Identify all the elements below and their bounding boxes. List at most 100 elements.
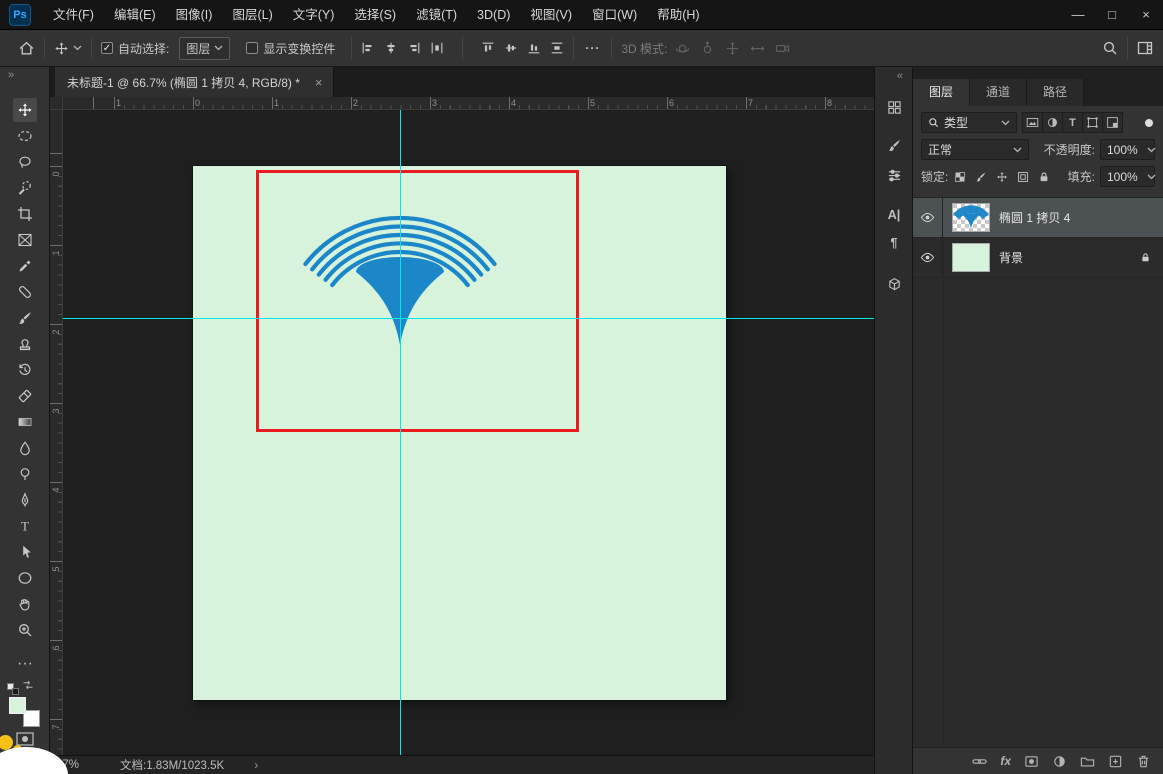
gradient-tool[interactable] xyxy=(13,410,37,434)
crop-tool[interactable] xyxy=(13,202,37,226)
lock-position-icon[interactable] xyxy=(993,169,1011,185)
layer-row[interactable]: 椭圆 1 拷贝 4 xyxy=(913,198,1163,238)
home-icon[interactable] xyxy=(18,40,35,57)
align-top-icon[interactable] xyxy=(481,41,495,55)
layer-filter-type-dropdown[interactable]: 类型 xyxy=(921,112,1017,133)
edit-toolbar-button[interactable]: ··· xyxy=(13,652,37,676)
filter-type-layers-icon[interactable]: T xyxy=(1062,112,1083,133)
default-colors-icon[interactable] xyxy=(7,683,19,695)
type-tool[interactable]: T xyxy=(13,514,37,538)
tab-close-icon[interactable]: × xyxy=(315,75,323,90)
menu-item[interactable]: 滤镜(T) xyxy=(406,0,467,30)
panel-expand-icon[interactable]: « xyxy=(897,70,903,82)
brush-tool[interactable] xyxy=(13,306,37,330)
pasteboard[interactable] xyxy=(63,110,874,755)
layer-thumbnail[interactable] xyxy=(952,203,990,232)
threed-panel-icon[interactable] xyxy=(882,272,906,296)
menu-item[interactable]: 帮助(H) xyxy=(647,0,709,30)
photoshop-logo-icon[interactable]: Ps xyxy=(9,3,31,26)
blend-mode-dropdown[interactable]: 正常 xyxy=(921,139,1029,160)
new-group-icon[interactable] xyxy=(1080,754,1095,769)
close-button[interactable]: × xyxy=(1129,0,1163,30)
auto-select-checkbox[interactable]: 自动选择: xyxy=(101,40,169,57)
blur-tool[interactable] xyxy=(13,436,37,460)
menu-item[interactable]: 选择(S) xyxy=(344,0,406,30)
quick-selection-tool[interactable] xyxy=(13,176,37,200)
move-tool[interactable] xyxy=(13,98,37,122)
spot-healing-tool[interactable] xyxy=(13,280,37,304)
distribute-vertical-icon[interactable] xyxy=(550,41,564,55)
clone-stamp-tool[interactable] xyxy=(13,332,37,356)
swap-colors-icon[interactable] xyxy=(22,679,34,691)
menu-item[interactable]: 文字(Y) xyxy=(283,0,345,30)
panel-tab[interactable]: 图层 xyxy=(913,79,971,106)
zoom-tool[interactable] xyxy=(13,618,37,642)
show-transform-checkbox[interactable]: 显示变换控件 xyxy=(246,40,335,57)
checkbox-icon[interactable] xyxy=(246,42,259,54)
character-panel-icon[interactable]: A| xyxy=(882,203,906,227)
eyedropper-tool[interactable] xyxy=(13,254,37,278)
checkbox-checked-icon[interactable] xyxy=(101,42,113,54)
properties-panel-icon[interactable] xyxy=(882,95,906,119)
distribute-horizontal-icon[interactable] xyxy=(430,41,444,55)
new-adjustment-layer-icon[interactable] xyxy=(1052,754,1067,769)
history-brush-tool[interactable] xyxy=(13,358,37,382)
menu-item[interactable]: 文件(F) xyxy=(43,0,104,30)
align-center-horizontal-icon[interactable] xyxy=(384,41,398,55)
lock-transparent-pixels-icon[interactable] xyxy=(951,169,969,185)
lock-all-icon[interactable] xyxy=(1035,169,1053,185)
align-right-icon[interactable] xyxy=(407,41,421,55)
fill-field[interactable]: 100% xyxy=(1100,166,1156,187)
layer-effects-icon[interactable]: fx xyxy=(1000,754,1011,768)
link-layers-icon[interactable] xyxy=(972,754,987,769)
filter-toggle[interactable] xyxy=(1145,118,1153,127)
horizontal-guide[interactable] xyxy=(63,318,874,319)
filter-smart-objects-icon[interactable] xyxy=(1102,112,1123,133)
adjustments-panel-icon[interactable] xyxy=(882,163,906,187)
menu-item[interactable]: 编辑(E) xyxy=(104,0,166,30)
menu-item[interactable]: 3D(D) xyxy=(467,0,520,30)
layer-row[interactable]: 背景 xyxy=(913,238,1163,278)
maximize-button[interactable]: □ xyxy=(1095,0,1129,30)
menu-item[interactable]: 窗口(W) xyxy=(582,0,647,30)
paragraph-panel-icon[interactable]: ¶ xyxy=(882,231,906,255)
opacity-field[interactable]: 100% xyxy=(1100,139,1156,160)
menu-item[interactable]: 图层(L) xyxy=(222,0,282,30)
frame-tool[interactable] xyxy=(13,228,37,252)
visibility-eye-icon[interactable] xyxy=(913,198,943,237)
pen-tool[interactable] xyxy=(13,488,37,512)
delete-layer-icon[interactable] xyxy=(1136,754,1151,769)
minimize-button[interactable]: — xyxy=(1061,0,1095,30)
lock-artboard-icon[interactable] xyxy=(1014,169,1032,185)
align-bottom-icon[interactable] xyxy=(527,41,541,55)
move-tool-preset-icon[interactable] xyxy=(54,41,82,56)
new-layer-icon[interactable] xyxy=(1108,754,1123,769)
panel-tab[interactable]: 通道 xyxy=(970,79,1028,106)
status-menu-icon[interactable]: › xyxy=(254,758,258,772)
visibility-eye-icon[interactable] xyxy=(913,238,943,277)
menu-item[interactable]: 视图(V) xyxy=(520,0,582,30)
filter-pixel-layers-icon[interactable] xyxy=(1022,112,1043,133)
align-middle-icon[interactable] xyxy=(504,41,518,55)
lock-image-pixels-icon[interactable] xyxy=(972,169,990,185)
add-layer-mask-icon[interactable] xyxy=(1024,754,1039,769)
vertical-ruler[interactable]: 0 1 2 3 4 5 6 7 xyxy=(50,110,63,755)
filter-shape-layers-icon[interactable] xyxy=(1082,112,1103,133)
workspace-switcher-icon[interactable] xyxy=(1137,40,1153,56)
canvas-viewport[interactable]: 1 0 1 2 3 4 5 6 7 8 0 1 2 3 4 5 6 7 xyxy=(50,97,874,755)
layer-thumbnail[interactable] xyxy=(952,243,990,272)
brush-settings-panel-icon[interactable] xyxy=(882,133,906,157)
document-tab[interactable]: 未标题-1 @ 66.7% (椭圆 1 拷贝 4, RGB/8) * × xyxy=(55,67,334,97)
menu-item[interactable]: 图像(I) xyxy=(166,0,223,30)
dodge-tool[interactable] xyxy=(13,462,37,486)
foreground-color-swatch[interactable] xyxy=(9,697,26,714)
marquee-tool[interactable] xyxy=(13,124,37,148)
lasso-tool[interactable] xyxy=(13,150,37,174)
ellipse-tool[interactable] xyxy=(13,566,37,590)
auto-select-target-dropdown[interactable]: 图层 xyxy=(179,36,231,60)
align-left-icon[interactable] xyxy=(361,41,375,55)
filter-adjustment-layers-icon[interactable] xyxy=(1042,112,1063,133)
eraser-tool[interactable] xyxy=(13,384,37,408)
more-alignment-options-button[interactable]: ··· xyxy=(583,41,602,55)
vertical-guide[interactable] xyxy=(400,110,401,755)
